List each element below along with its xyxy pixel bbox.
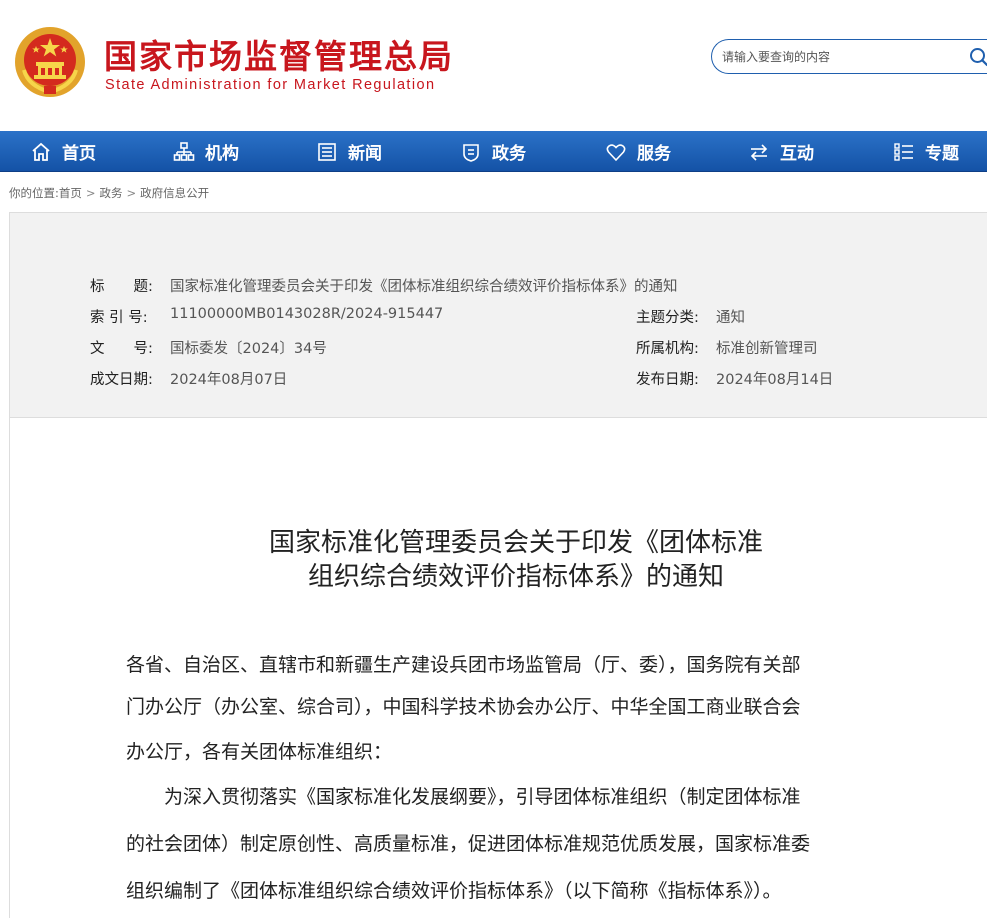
nav-label-service: 服务 [637,144,671,164]
nav-label-org: 机构 [205,144,239,164]
nav-item-service[interactable]: 服务 [605,131,671,172]
info-index-label: 索 引 号: [90,310,148,326]
nav-label-news: 新闻 [348,144,382,164]
document-text-line: 各省、自治区、直辖市和新疆生产建设兵团市场监管局（厅、委），国务院有关部 [126,654,801,676]
breadcrumb-government[interactable]: 政务 [100,186,123,200]
info-title-label: 标 题: [90,279,153,295]
document-text-line: 为深入贯彻落实《国家标准化发展纲要》，引导团体标准组织（制定团体标准 [126,786,801,808]
search-icon[interactable] [968,46,987,68]
document-text-line: 办公厅，各有关团体标准组织： [126,741,393,763]
search-input[interactable] [722,48,962,66]
info-docno-label: 文 号: [90,341,153,357]
nav-item-government[interactable]: 政务 [460,131,526,172]
breadcrumb-prefix: 你的位置: [9,186,59,200]
nav-item-topics[interactable]: 专题 [893,131,959,172]
list-icon [894,142,913,161]
document-title: 国家标准化管理委员会关于印发《团体标准 组织综合绩效评价指标体系》的通知 [200,526,832,594]
info-topic-value: 通知 [716,310,745,326]
document-title-line2: 组织综合绩效评价指标体系》的通知 [307,562,724,592]
document-info-panel: 标 题: 国家标准化管理委员会关于印发《团体标准组织综合绩效评价指标体系》的通知… [9,212,987,418]
nav-item-home[interactable]: 首页 [30,131,96,172]
site-title-en: State Administration for Market Regulati… [105,77,436,93]
info-title-value: 国家标准化管理委员会关于印发《团体标准组织综合绩效评价指标体系》的通知 [170,279,678,295]
document-title-line1: 国家标准化管理委员会关于印发《团体标准 [268,528,763,558]
main-nav: 首页 机构 新闻 政务 服务 互动 专题 [0,131,987,172]
content-left-border [9,418,10,918]
info-docno-value: 国标委发〔2024〕34号 [170,341,327,357]
breadcrumb: 你的位置:首页 > 政务 > 政府信息公开 [9,185,209,201]
org-chart-icon [173,141,195,161]
info-org-value: 标准创新管理司 [716,341,818,357]
national-emblem-icon[interactable] [14,26,86,98]
nav-label-interact: 互动 [780,144,814,164]
breadcrumb-separator: > [85,186,96,200]
info-org-label: 所属机构: [636,341,699,357]
home-icon [32,142,50,161]
info-written-label: 成文日期: [90,372,153,388]
exchange-icon [750,143,768,161]
government-icon [463,143,479,162]
info-topic-label: 主题分类: [636,310,699,326]
news-icon [318,142,336,161]
document-text-line: 的社会团体）制定原创性、高质量标准，促进团体标准规范优质发展，国家标准委 [126,833,811,855]
info-index-value: 11100000MB0143028R/2024-915447 [170,306,444,322]
nav-label-topics: 专题 [925,144,959,164]
info-published-value: 2024年08月14日 [716,372,834,388]
site-title-cn[interactable]: 国家市场监督管理总局 [104,30,454,78]
document-text-line: 门办公厅（办公室、综合司），中国科学技术协会办公厅、中华全国工商业联合会 [126,696,801,718]
breadcrumb-gov-info[interactable]: 政府信息公开 [140,186,209,200]
site-header: 国家市场监督管理总局 State Administration for Mark… [0,0,987,131]
document-text-line: 组织编制了《团体标准组织综合绩效评价指标体系》（以下简称《指标体系》）。 [126,880,782,902]
nav-label-home: 首页 [62,144,96,164]
nav-item-news[interactable]: 新闻 [316,131,382,172]
search-box [711,39,987,74]
breadcrumb-separator: > [126,186,137,200]
info-written-value: 2024年08月07日 [170,372,288,388]
nav-item-interact[interactable]: 互动 [748,131,814,172]
breadcrumb-home[interactable]: 首页 [59,186,82,200]
nav-label-government: 政务 [492,144,526,164]
nav-item-org[interactable]: 机构 [173,131,239,172]
info-published-label: 发布日期: [636,372,699,388]
heart-icon [606,143,626,161]
